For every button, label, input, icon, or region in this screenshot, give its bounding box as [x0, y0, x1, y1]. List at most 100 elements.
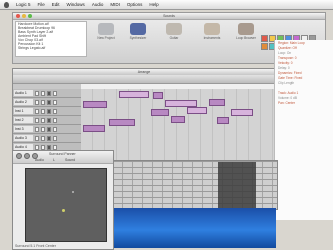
apple-icon[interactable] [4, 1, 9, 8]
list-item[interactable]: Strings Legato.aif [16, 46, 86, 50]
panner-header: Surround Panner Audio L Sound [13, 151, 113, 164]
region[interactable] [231, 109, 253, 116]
color-swatch[interactable] [261, 43, 268, 50]
inspector-line[interactable]: Volume: 0 dB [278, 96, 331, 100]
mute-button[interactable] [35, 117, 39, 123]
record-button[interactable] [47, 99, 51, 105]
play-icon[interactable] [24, 153, 30, 159]
solo-button[interactable] [41, 144, 45, 150]
freeze-button[interactable] [53, 144, 57, 150]
track-row[interactable]: Audio 1 [13, 89, 81, 98]
region[interactable] [217, 117, 229, 124]
track-name: Inst 2 [14, 117, 33, 123]
record-button[interactable] [47, 117, 51, 123]
solo-button[interactable] [41, 90, 45, 96]
region[interactable] [119, 91, 149, 98]
track-row[interactable]: Audio 3 [13, 134, 81, 143]
track-row[interactable]: Inst 3 [13, 125, 81, 134]
region[interactable] [83, 125, 105, 132]
track-row[interactable]: Inst 1 [13, 107, 81, 116]
track-name: Audio 2 [14, 99, 33, 105]
close-icon[interactable] [16, 14, 20, 18]
pan-reference-marker [72, 191, 74, 193]
mute-button[interactable] [35, 144, 39, 150]
inspector-line[interactable]: Quantize: Off [278, 46, 331, 50]
desktop-background [112, 208, 276, 248]
panner-title: Surround Panner [49, 152, 76, 156]
inspector-line[interactable]: Delay: 0 [278, 66, 331, 70]
track-row[interactable]: Audio 2 [13, 98, 81, 107]
xy-pad[interactable] [25, 168, 107, 242]
menu-file[interactable]: File [38, 2, 45, 7]
freeze-button[interactable] [53, 135, 57, 141]
region[interactable] [187, 107, 207, 114]
freeze-button[interactable] [53, 126, 57, 132]
record-button[interactable] [47, 126, 51, 132]
arrange-window: Arrange Audio 1 Audio 2 Inst 1 Inst 2 Inst 3… [12, 68, 276, 163]
inspector-line[interactable]: Loop: On [278, 51, 331, 55]
freeze-button[interactable] [53, 90, 57, 96]
inspector-line[interactable]: Transpose: 0 [278, 56, 331, 60]
record-button[interactable] [47, 108, 51, 114]
document-stack-icon [98, 23, 114, 35]
region[interactable] [209, 99, 225, 106]
inspector-line[interactable]: Track: Audio 1 [278, 91, 331, 95]
mute-button[interactable] [35, 108, 39, 114]
region[interactable] [153, 92, 163, 99]
solo-button[interactable] [41, 99, 45, 105]
minimize-icon[interactable] [22, 14, 26, 18]
window-title: Sounds [13, 13, 325, 20]
mute-button[interactable] [35, 135, 39, 141]
freeze-button[interactable] [53, 108, 57, 114]
color-swatch[interactable] [261, 35, 268, 42]
mute-button[interactable] [35, 90, 39, 96]
file-list[interactable]: Hardcore Motion.aif Breakbeat Drumloop 9… [15, 21, 87, 57]
solo-button[interactable] [41, 117, 45, 123]
menu-options[interactable]: Options [127, 2, 143, 7]
inspector-line[interactable]: Dynamics: Fixed [278, 71, 331, 75]
tool-instruments[interactable]: Instruments [197, 23, 227, 40]
window-controls [16, 14, 32, 18]
menu-help[interactable]: Help [149, 2, 158, 7]
freeze-button[interactable] [53, 117, 57, 123]
tool-new-project[interactable]: New Project [91, 23, 121, 40]
track-name: Audio 3 [14, 135, 33, 141]
menu-windows[interactable]: Windows [67, 2, 85, 7]
track-name: Inst 1 [14, 108, 33, 114]
region[interactable] [151, 109, 169, 116]
panner-label-right: Sound [65, 158, 76, 162]
track-row[interactable]: Inst 2 [13, 116, 81, 125]
pan-position-marker[interactable] [62, 209, 65, 212]
tool-guitar[interactable]: Guitar [159, 23, 189, 40]
region[interactable] [83, 101, 107, 108]
tool-loop-browser[interactable]: Loop Browser [231, 23, 261, 40]
arrange-toolbar[interactable] [13, 75, 275, 84]
solo-button[interactable] [41, 135, 45, 141]
region[interactable] [171, 116, 185, 123]
menu-audio[interactable]: Audio [92, 2, 104, 7]
record-button[interactable] [47, 144, 51, 150]
inspector-line[interactable]: Gate Time: Fixed [278, 76, 331, 80]
freeze-button[interactable] [53, 99, 57, 105]
solo-button[interactable] [41, 108, 45, 114]
record-button[interactable] [47, 90, 51, 96]
panner-label-left: Audio [35, 158, 44, 162]
menu-midi[interactable]: MIDI [110, 2, 120, 7]
surround-panner-window: Surround Panner Audio L Sound Surround 5… [12, 150, 114, 250]
inspector-line[interactable]: Clip Length [278, 81, 331, 85]
tool-synthesizer[interactable]: Synthesizer [123, 23, 153, 40]
region[interactable] [109, 119, 135, 126]
record-button[interactable] [47, 135, 51, 141]
inspector-line[interactable]: Pan: Center [278, 101, 331, 105]
menu-edit[interactable]: Edit [52, 2, 60, 7]
rewind-icon[interactable] [16, 153, 22, 159]
menu-app[interactable]: Logic 5 [16, 2, 31, 7]
mute-button[interactable] [35, 126, 39, 132]
mute-button[interactable] [35, 99, 39, 105]
solo-button[interactable] [41, 126, 45, 132]
region[interactable] [165, 100, 197, 107]
inspector-line[interactable]: Region: Main Loop [278, 41, 331, 45]
zoom-icon[interactable] [28, 14, 32, 18]
inspector-line[interactable]: Velocity: 0 [278, 61, 331, 65]
inspector-line[interactable] [278, 86, 331, 90]
